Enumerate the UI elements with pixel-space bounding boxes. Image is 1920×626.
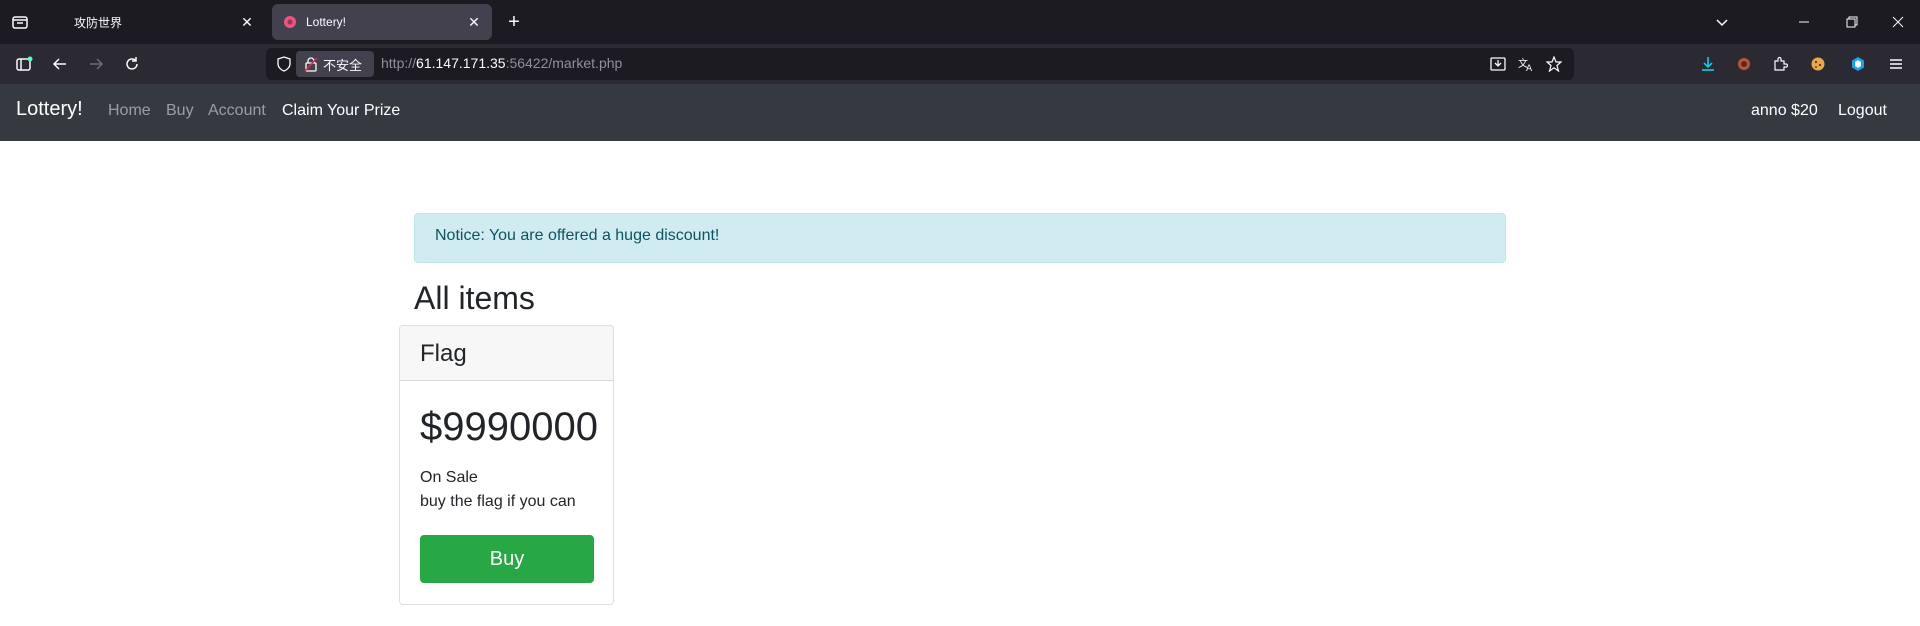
tab-favicon [50,14,66,30]
cookie-icon[interactable] [1806,52,1830,76]
url-prefix: http:// [381,55,417,71]
tab-lottery[interactable]: Lottery! ✕ [272,4,492,40]
item-name: Flag [400,326,613,381]
back-icon[interactable] [48,52,72,76]
extension-icon[interactable] [1732,52,1756,76]
restore-icon[interactable] [1830,0,1874,44]
url-rest: :56422/market.php [505,55,623,71]
tab-title: 攻防世界 [74,15,123,30]
insecure-label: 不安全 [323,57,363,73]
url-host: 61.147.171.35 [416,55,506,71]
url-bar[interactable]: 不安全 http://61.147.171.35:56422/market.ph… [266,48,1574,80]
insecure-lock-icon [303,56,319,72]
item-card: Flag $9990000 On Sale buy the flag if yo… [399,325,614,605]
nav-home[interactable]: Home [108,102,151,120]
item-card-body: $9990000 On Sale buy the flag if you can… [400,381,613,603]
sidebar-icon[interactable] [12,52,36,76]
page-title: All items [414,280,535,316]
browser-tab-bar: 攻防世界 ✕ Lottery! ✕ + [0,0,1920,44]
menu-icon[interactable] [1884,52,1908,76]
tab-gongfang[interactable]: 攻防世界 ✕ [40,4,265,40]
item-price: $9990000 [420,405,598,449]
user-balance[interactable]: anno $20 [1751,102,1818,120]
url-text[interactable]: http://61.147.171.35:56422/market.php [381,55,622,71]
nav-logout[interactable]: Logout [1838,102,1887,120]
forward-icon[interactable] [84,52,108,76]
save-page-icon[interactable] [1490,56,1506,72]
extensions-puzzle-icon[interactable] [1768,52,1792,76]
item-description: buy the flag if you can [420,493,576,510]
cube-extension-icon[interactable] [1846,52,1870,76]
insecure-indicator[interactable]: 不安全 [296,51,374,77]
tab-list-icon[interactable] [10,12,30,32]
window-close-icon[interactable] [1876,0,1920,44]
translate-icon[interactable]: 文A [1518,56,1534,74]
site-brand[interactable]: Lottery! [16,98,83,121]
close-icon[interactable]: ✕ [462,10,486,34]
nav-account[interactable]: Account [208,102,266,120]
downloads-icon[interactable] [1696,52,1720,76]
svg-text:A: A [1526,64,1533,72]
item-description-block: On Sale buy the flag if you can [420,466,593,514]
item-status: On Sale [420,469,478,486]
browser-toolbar: 不安全 http://61.147.171.35:56422/market.ph… [0,44,1920,84]
notice-alert: Notice: You are offered a huge discount! [414,213,1506,263]
nav-buy[interactable]: Buy [166,102,194,120]
tab-title: Lottery! [306,15,347,29]
nav-claim-prize[interactable]: Claim Your Prize [282,102,400,120]
minimize-icon[interactable] [1782,0,1826,44]
site-navbar: Lottery! Home Buy Account Claim Your Pri… [0,84,1920,141]
buy-button[interactable]: Buy [420,535,594,583]
close-icon[interactable]: ✕ [235,10,259,34]
bookmark-star-icon[interactable] [1545,55,1563,73]
new-tab-icon[interactable]: + [500,8,528,36]
flower-icon [282,14,298,30]
shield-icon[interactable] [276,56,292,72]
reload-icon[interactable] [120,52,144,76]
chevron-down-icon[interactable] [1700,0,1744,44]
